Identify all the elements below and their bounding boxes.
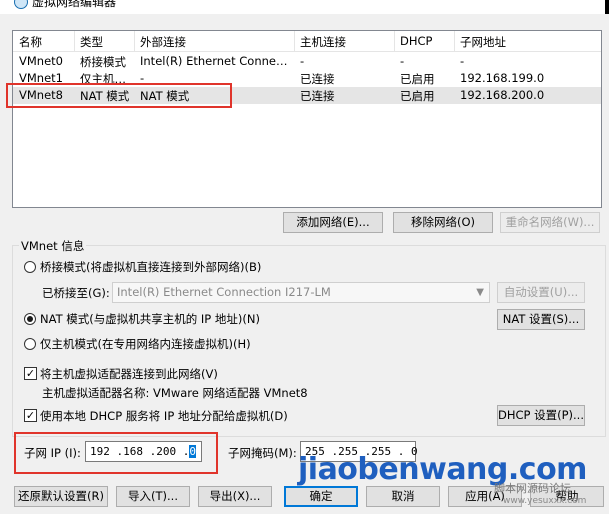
cell-dhcp: - — [400, 54, 405, 68]
subnet-ip-field[interactable]: 192 .168 .200 .0 — [85, 441, 202, 462]
hostonly-label[interactable]: 仅主机模式(在专用网络内连接虚拟机)(H) — [40, 336, 251, 352]
vmnet-info-label: VMnet 信息 — [19, 238, 87, 254]
window-title: 虚拟网络编辑器 — [32, 0, 117, 9]
table-row[interactable]: VMnet0 桥接模式 Intel(R) Ethernet Connectio…… — [13, 53, 601, 70]
col-divider — [294, 31, 295, 51]
col-divider — [74, 31, 75, 51]
connect-adapter-checkbox[interactable]: ✓ — [24, 367, 37, 380]
cell-host: - — [300, 54, 305, 68]
dhcp-label[interactable]: 使用本地 DHCP 服务将 IP 地址分配给虚拟机(D) — [40, 408, 288, 424]
col-external[interactable]: 外部连接 — [140, 34, 186, 50]
connect-adapter-label[interactable]: 将主机虚拟适配器连接到此网络(V) — [40, 366, 218, 382]
bridged-label[interactable]: 桥接模式(将虚拟机直接连接到外部网络)(B) — [40, 259, 261, 275]
cancel-button[interactable]: 取消 — [366, 486, 440, 507]
cell-dhcp: 已启用 — [400, 89, 435, 103]
col-divider — [394, 31, 395, 51]
cell-dhcp: 已启用 — [400, 72, 435, 86]
add-network-button[interactable]: 添加网络(E)... — [283, 212, 383, 233]
bridged-to-select[interactable]: Intel(R) Ethernet Connection I217-LM ▼ — [112, 282, 490, 303]
subnet-ip-value: 192 .168 .200 . — [90, 445, 190, 458]
hostonly-radio[interactable] — [24, 338, 36, 350]
dhcp-checkbox[interactable]: ✓ — [24, 409, 37, 422]
subnet-ip-label: 子网 IP (I): — [24, 446, 81, 460]
cell-type: 桥接模式 — [80, 55, 126, 69]
cell-subnet: - — [460, 54, 465, 68]
watermark-subtext: 脚本网源码论坛 — [494, 482, 571, 495]
cell-host: 已连接 — [300, 89, 335, 103]
col-dhcp[interactable]: DHCP — [400, 34, 432, 48]
window-edge — [605, 0, 609, 14]
bridged-radio[interactable] — [24, 261, 36, 273]
col-type[interactable]: 类型 — [80, 34, 103, 50]
bridged-to-value: Intel(R) Ethernet Connection I217-LM — [117, 285, 331, 299]
col-host[interactable]: 主机连接 — [300, 34, 346, 50]
auto-settings-button[interactable]: 自动设置(U)... — [497, 282, 585, 303]
col-subnet[interactable]: 子网地址 — [460, 34, 506, 50]
highlight-box — [6, 83, 232, 108]
col-name[interactable]: 名称 — [19, 34, 42, 50]
nat-radio[interactable] — [24, 313, 36, 325]
cell-subnet: 192.168.199.0 — [460, 71, 545, 85]
vmware-network-icon — [14, 0, 28, 9]
title-bar: 虚拟网络编辑器 — [0, 0, 609, 14]
dhcp-settings-button[interactable]: DHCP 设置(P)... — [497, 405, 585, 426]
cell-host: 已连接 — [300, 72, 335, 86]
nat-label[interactable]: NAT 模式(与虚拟机共享主机的 IP 地址)(N) — [40, 311, 260, 327]
col-divider — [454, 31, 455, 51]
ok-button[interactable]: 确定 — [284, 486, 358, 507]
adapter-name-label: 主机虚拟适配器名称: VMware 网络适配器 VMnet8 — [42, 386, 308, 400]
remove-network-button[interactable]: 移除网络(O) — [393, 212, 493, 233]
restore-defaults-button[interactable]: 还原默认设置(R) — [14, 486, 108, 507]
export-button[interactable]: 导出(X)... — [198, 486, 272, 507]
nat-settings-button[interactable]: NAT 设置(S)... — [497, 309, 585, 330]
list-header: 名称 类型 外部连接 主机连接 DHCP 子网地址 — [13, 31, 601, 52]
subnet-ip-last-octet: 0 — [189, 445, 196, 458]
cell-external: Intel(R) Ethernet Connectio… — [140, 54, 290, 68]
cell-subnet: 192.168.200.0 — [460, 88, 545, 102]
subnet-mask-label: 子网掩码(M): — [228, 446, 297, 460]
watermark-url: www.yesuxxx.com — [503, 496, 587, 506]
chevron-down-icon: ▼ — [476, 287, 484, 298]
import-button[interactable]: 导入(T)... — [116, 486, 190, 507]
network-list[interactable]: 名称 类型 外部连接 主机连接 DHCP 子网地址 VMnet0 桥接模式 In… — [12, 30, 602, 208]
cell-name: VMnet0 — [19, 54, 63, 68]
bridged-to-label: 已桥接至(G): — [42, 286, 110, 300]
rename-network-button[interactable]: 重命名网络(W)... — [500, 212, 600, 233]
col-divider — [134, 31, 135, 51]
